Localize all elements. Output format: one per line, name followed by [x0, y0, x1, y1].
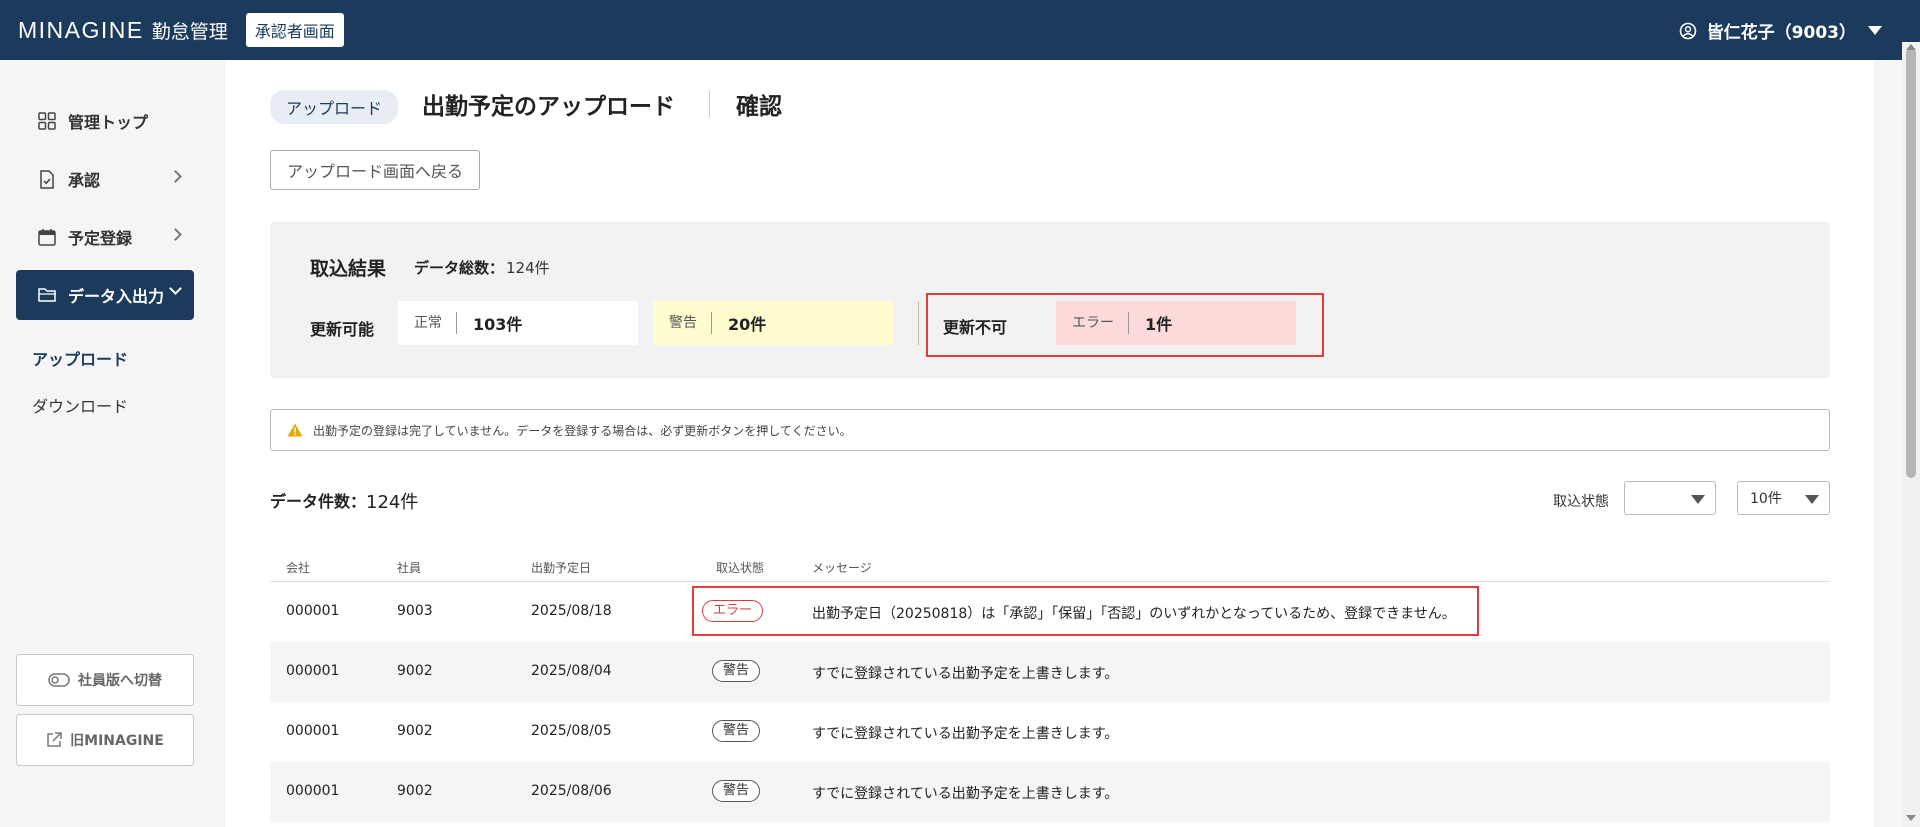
status-badge: 警告 [712, 780, 761, 802]
sidebar: 管理トップ 承認 予定登録 データ入出力 アップロード ダウンロード 社員版へ切… [0, 60, 226, 827]
main-content: アップロード 出勤予定のアップロード 確認 アップロード画面へ戻る 取込結果 デ… [226, 60, 1874, 827]
old-minagine-button[interactable]: 旧MINAGINE [16, 714, 194, 766]
app-logo[interactable]: MINAGINE [18, 17, 144, 44]
cell-employee: 9002 [397, 723, 433, 739]
status-filter-select[interactable] [1624, 481, 1716, 515]
cell-company: 000001 [286, 783, 340, 799]
sidebar-subitem-download[interactable]: ダウンロード [32, 393, 128, 417]
caret-down-icon [1868, 26, 1882, 35]
warning-stat-label: 警告 [653, 312, 712, 334]
table-row: 000001 9002 2025/08/04 警告 すでに登録されている出勤予定… [270, 642, 1830, 702]
sidebar-item-approval[interactable]: 承認 [16, 154, 194, 204]
column-header-message: メッセージ [812, 561, 872, 575]
user-menu[interactable]: 皆仁花子（9003） [1679, 18, 1882, 43]
table-header: 会社 社員 出勤予定日 取込状態 メッセージ [270, 550, 1830, 582]
total-count-value: 124件 [506, 259, 550, 277]
old-minagine-label: 旧MINAGINE [70, 733, 164, 749]
scroll-down-arrow-icon[interactable] [1906, 815, 1916, 821]
cell-employee: 9002 [397, 663, 433, 679]
cell-message: すでに登録されている出勤予定を上書きします。 [812, 726, 1119, 742]
title-divider [709, 91, 710, 117]
warning-triangle-icon [287, 423, 303, 437]
page-subtitle: 確認 [736, 94, 782, 120]
cell-employee: 9003 [397, 603, 433, 619]
caret-down-icon [1691, 495, 1705, 504]
sidebar-item-data-io[interactable]: データ入出力 [16, 270, 194, 320]
breadcrumb-pill: アップロード [270, 90, 399, 124]
sidebar-item-label: 管理トップ [68, 113, 149, 132]
chevron-down-icon [169, 282, 182, 295]
sidebar-item-label: データ入出力 [68, 287, 165, 306]
table-row: 000001 9002 2025/08/06 警告 すでに登録されている出勤予定… [270, 762, 1830, 822]
cell-message: すでに登録されている出勤予定を上書きします。 [812, 786, 1119, 802]
status-filter-label: 取込状態 [1553, 494, 1609, 510]
status-badge: 警告 [712, 660, 761, 682]
sidebar-item-admin-top[interactable]: 管理トップ [16, 96, 194, 146]
status-badge: 警告 [712, 720, 761, 742]
scroll-up-arrow-icon[interactable] [1906, 44, 1916, 50]
per-page-select[interactable]: 10件 [1737, 481, 1830, 515]
data-count-label: データ件数： [270, 492, 367, 511]
cell-date: 2025/08/04 [531, 663, 612, 679]
cell-date: 2025/08/05 [531, 723, 612, 739]
caret-down-icon [1805, 495, 1819, 504]
folder-icon [36, 284, 58, 306]
toggle-icon [48, 673, 70, 687]
total-count-label: データ総数： [414, 259, 505, 277]
cell-date: 2025/08/18 [531, 603, 612, 619]
cell-employee: 9002 [397, 783, 433, 799]
app-name: 勤怠管理 [151, 20, 228, 43]
table-row: 000001 9002 2025/08/05 警告 すでに登録されている出勤予定… [270, 702, 1830, 762]
cell-company: 000001 [286, 663, 340, 679]
page-scrollbar[interactable] [1902, 42, 1920, 827]
warning-stat: 警告 20件 [653, 301, 893, 345]
chevron-right-icon [169, 170, 182, 183]
result-divider [918, 301, 919, 345]
column-header-status: 取込状態 [716, 561, 765, 575]
user-name: 皆仁花子（9003） [1706, 23, 1856, 43]
chevron-right-icon [169, 228, 182, 241]
grid-icon [36, 110, 58, 132]
column-header-company: 会社 [286, 561, 311, 575]
page-title: 出勤予定のアップロード [422, 94, 675, 120]
per-page-value: 10件 [1750, 491, 1782, 507]
back-to-upload-button[interactable]: アップロード画面へ戻る [270, 150, 480, 190]
normal-stat-label: 正常 [398, 312, 457, 334]
updatable-label: 更新可能 [310, 320, 375, 339]
cell-date: 2025/08/06 [531, 783, 612, 799]
cell-company: 000001 [286, 603, 340, 619]
normal-stat: 正常 103件 [398, 301, 638, 345]
cell-company: 000001 [286, 723, 340, 739]
calendar-icon [36, 226, 58, 248]
external-link-icon [47, 732, 62, 747]
sidebar-subitem-upload[interactable]: アップロード [32, 346, 128, 370]
switch-to-employee-button[interactable]: 社員版へ切替 [16, 654, 194, 706]
result-title: 取込結果 [310, 258, 387, 280]
not-updatable-label: 更新不可 [943, 318, 1008, 337]
user-circle-icon [1679, 22, 1696, 39]
notice-text: 出勤予定の登録は完了していません。データを登録する場合は、必ず更新ボタンを押して… [313, 423, 852, 438]
sidebar-item-schedule[interactable]: 予定登録 [16, 212, 194, 262]
document-check-icon [36, 168, 58, 190]
data-count-value: 124件 [366, 492, 419, 513]
column-header-employee: 社員 [397, 561, 422, 575]
column-header-date: 出勤予定日 [531, 561, 592, 575]
sidebar-item-label: 予定登録 [68, 229, 133, 248]
warning-notice: 出勤予定の登録は完了していません。データを登録する場合は、必ず更新ボタンを押して… [270, 409, 1830, 451]
app-header: MINAGINE 勤怠管理 承認者画面 皆仁花子（9003） [0, 0, 1920, 60]
scrollbar-thumb[interactable] [1906, 48, 1916, 478]
normal-stat-value: 103件 [473, 315, 523, 334]
sidebar-item-label: 承認 [68, 171, 101, 190]
switch-to-employee-label: 社員版へ切替 [78, 673, 162, 689]
cell-message: すでに登録されている出勤予定を上書きします。 [812, 666, 1119, 682]
warning-stat-value: 20件 [728, 315, 767, 334]
role-badge: 承認者画面 [245, 13, 344, 47]
error-row-highlight-box [692, 586, 1479, 636]
